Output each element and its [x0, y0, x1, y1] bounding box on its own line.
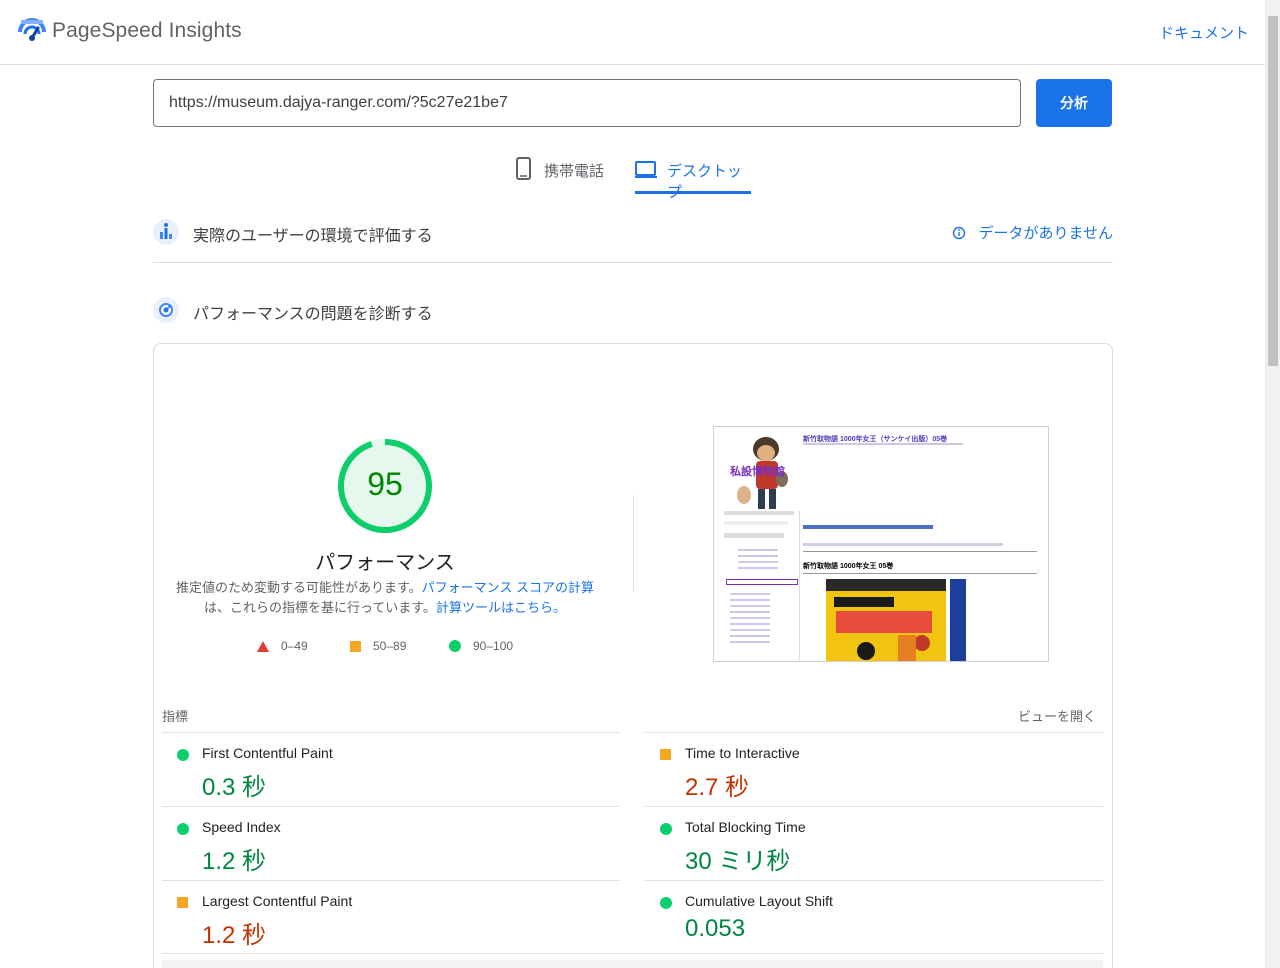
metric-value: 1.2 秒 — [202, 915, 266, 950]
thumb-nav-line — [730, 611, 770, 613]
thumb-nav-line — [738, 567, 778, 569]
diagnose-lab-icon — [153, 297, 179, 323]
no-data-notice[interactable]: データがありません — [952, 222, 1113, 243]
thumb-nav-line — [738, 555, 778, 557]
field-data-title: 実際のユーザーの環境で評価する — [193, 222, 433, 246]
metric-total-blocking-time: Total Blocking Time 30 ミリ秒 — [645, 806, 1103, 880]
thumb-breadcrumb — [803, 443, 963, 445]
thumb-search — [724, 521, 788, 525]
section-divider — [153, 262, 1113, 263]
thumb-nav-line — [730, 605, 770, 607]
metric-name: Cumulative Layout Shift — [685, 893, 833, 909]
metric-value: 2.7 秒 — [685, 767, 749, 802]
users-chart-icon — [153, 219, 179, 245]
metric-name: Speed Index — [202, 819, 281, 835]
status-indicator-icon — [177, 823, 189, 835]
score-category-label: パフォーマンス — [285, 546, 485, 575]
legend-fail: 0–49 — [257, 639, 308, 653]
documentation-link[interactable]: ドキュメント — [1159, 22, 1249, 43]
diagnose-section: パフォーマンスの問題を診断する — [153, 290, 1113, 330]
metrics-bottom-divider — [162, 953, 1103, 954]
thumb-nav-line — [730, 623, 770, 625]
final-screenshot-thumbnail[interactable]: 私設博物館 新竹取物語 1000年女王（サンケイ出版）05巻 新竹取物語 100… — [713, 426, 1049, 662]
next-section-strip — [162, 960, 1103, 968]
red-triangle-icon — [257, 641, 269, 652]
page-scrollbar[interactable] — [1265, 0, 1280, 968]
score-value: 95 — [335, 466, 435, 503]
desktop-monitor-icon — [635, 152, 657, 180]
metric-name: Total Blocking Time — [685, 819, 806, 835]
thumb-nav-line — [730, 593, 770, 595]
score-disclaimer: 推定値のため変動する可能性があります。パフォーマンス スコアの計算 は、これらの… — [170, 578, 600, 618]
thumb-tabs — [724, 533, 784, 538]
metric-value: 1.2 秒 — [202, 841, 266, 876]
thumb-nav-line — [730, 599, 770, 601]
status-indicator-icon — [660, 897, 672, 909]
thumb-nav-line — [730, 617, 770, 619]
thumb-subheading: 新竹取物語 1000年女王 05巻 — [803, 561, 893, 571]
metric-name: Time to Interactive — [685, 745, 800, 761]
app-header: PageSpeed Insights ドキュメント — [0, 0, 1265, 65]
metric-largest-contentful-paint: Largest Contentful Paint 1.2 秒 — [162, 880, 620, 954]
thumb-site-name: 私設博物館 — [730, 463, 785, 479]
score-calc-link[interactable]: パフォーマンス スコアの計算 — [422, 580, 594, 595]
metric-cumulative-layout-shift: Cumulative Layout Shift 0.053 — [645, 880, 1103, 954]
legend-average: 50–89 — [350, 639, 406, 653]
metric-value: 30 ミリ秒 — [685, 841, 790, 876]
metric-name: Largest Contentful Paint — [202, 893, 352, 909]
thumb-nav-line — [730, 641, 770, 643]
scrollbar-thumb[interactable] — [1268, 16, 1278, 366]
tab-desktop[interactable]: デスクトップ — [635, 152, 751, 194]
thumb-select — [724, 511, 794, 515]
calculator-link[interactable]: 計算ツールはこちら。 — [436, 600, 566, 615]
status-indicator-icon — [177, 897, 188, 908]
analyze-button[interactable]: 分析 — [1036, 79, 1112, 127]
info-icon — [952, 226, 966, 240]
thumb-category-box — [726, 579, 798, 585]
score-gauge[interactable]: 95 — [335, 436, 435, 536]
legend-pass: 90–100 — [449, 639, 513, 653]
legend-average-label: 50–89 — [373, 639, 406, 653]
thumb-nav-line — [738, 549, 778, 551]
legend-pass-label: 90–100 — [473, 639, 513, 653]
tab-desktop-label: デスクトップ — [667, 160, 751, 202]
thumb-rule — [803, 551, 1037, 552]
card-vertical-divider — [633, 495, 634, 591]
no-data-label: データがありません — [978, 222, 1113, 243]
manga-cover-image — [826, 579, 946, 662]
green-circle-icon — [449, 640, 461, 652]
thumb-rule-2 — [803, 573, 1037, 574]
manga-spine-image — [950, 579, 966, 662]
diagnose-title: パフォーマンスの問題を診断する — [193, 300, 433, 324]
brand-title[interactable]: PageSpeed Insights — [52, 19, 242, 43]
thumb-sidebar — [722, 511, 800, 661]
thumb-nav-line — [730, 629, 770, 631]
thumb-share-buttons — [803, 525, 933, 529]
field-data-section: 実際のユーザーの環境で評価する データがありません — [153, 212, 1113, 252]
tab-mobile-label: 携帯電話 — [544, 160, 604, 181]
disclaimer-text-2: は、これらの指標を基に行っています。 — [204, 600, 436, 615]
pagespeed-logo-icon[interactable] — [18, 18, 46, 44]
metric-value: 0.053 — [685, 915, 745, 943]
metrics-heading: 指標 — [162, 706, 188, 725]
disclaimer-text-1: 推定値のため変動する可能性があります。 — [176, 580, 422, 595]
url-input[interactable] — [153, 79, 1021, 127]
metric-time-to-interactive: Time to Interactive 2.7 秒 — [645, 732, 1103, 806]
status-indicator-icon — [660, 749, 671, 760]
status-indicator-icon — [660, 823, 672, 835]
thumb-nav-line — [730, 635, 770, 637]
mobile-phone-icon — [514, 152, 534, 180]
legend-fail-label: 0–49 — [281, 639, 308, 653]
orange-square-icon — [350, 641, 361, 652]
metric-first-contentful-paint: First Contentful Paint 0.3 秒 — [162, 732, 620, 806]
status-indicator-icon — [177, 749, 189, 761]
metric-speed-index: Speed Index 1.2 秒 — [162, 806, 620, 880]
tab-mobile[interactable]: 携帯電話 — [514, 152, 604, 194]
thumb-tag-line — [803, 543, 1003, 546]
metric-name: First Contentful Paint — [202, 745, 333, 761]
expand-view-toggle[interactable]: ビューを開く — [1018, 706, 1096, 725]
metric-value: 0.3 秒 — [202, 767, 266, 802]
thumb-nav-line — [738, 561, 778, 563]
